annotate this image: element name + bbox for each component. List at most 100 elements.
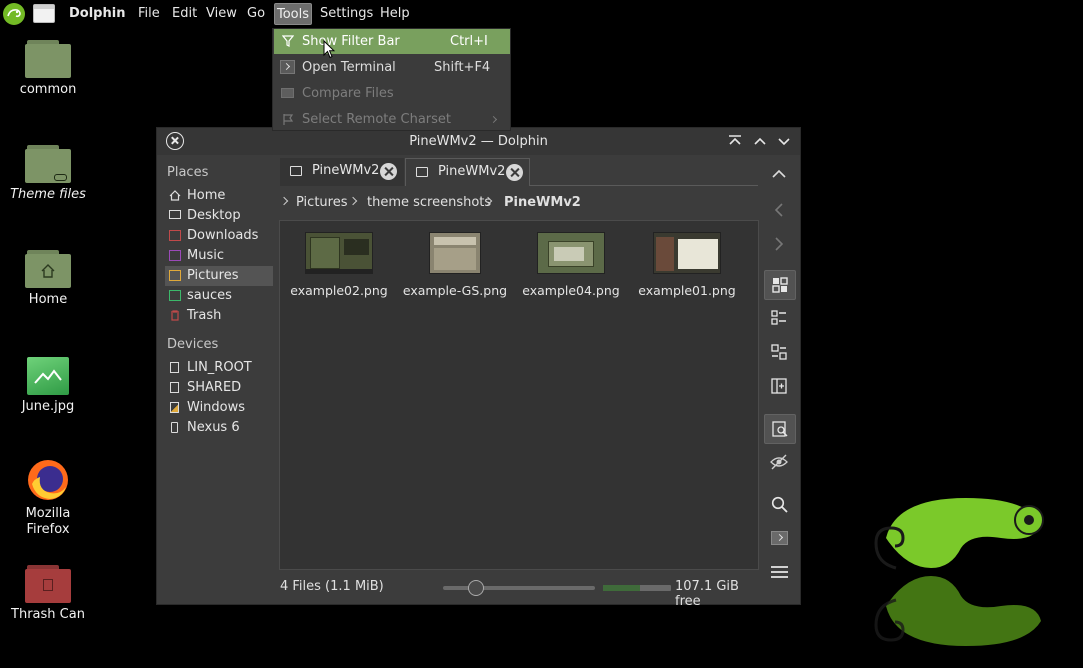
window-titlebar[interactable]: PineWMv2 — Dolphin — [157, 128, 800, 155]
filter-icon — [282, 35, 294, 47]
hamburger-menu-icon[interactable] — [771, 565, 788, 579]
menu-edit[interactable]: Edit — [170, 3, 199, 25]
menu-view[interactable]: View — [204, 3, 239, 25]
menu-file[interactable]: File — [136, 3, 162, 25]
folder-icon — [25, 40, 71, 78]
desktop-icon-thrash-can[interactable]: Thrash Can — [0, 565, 96, 623]
menu-item-open-terminal[interactable]: Open Terminal Shift+F4 — [274, 55, 510, 80]
file-item-example-gs[interactable]: example-GS.png — [396, 232, 514, 298]
menu-item-label: Compare Files — [302, 86, 394, 101]
desktop-icon-label: common — [19, 82, 77, 97]
status-bar: 4 Files (1.1 MiB) 107.1 GiB free — [279, 576, 759, 609]
mouse-cursor-icon — [323, 40, 335, 59]
window-title: PineWMv2 — Dolphin — [409, 134, 548, 149]
status-summary: 4 Files (1.1 MiB) — [280, 579, 384, 594]
menu-item-compare-files[interactable]: Compare Files — [274, 81, 510, 106]
tab-bar-divider — [530, 185, 758, 186]
split-view-button[interactable] — [764, 372, 796, 402]
desktop-icon-label: Theme files — [10, 187, 86, 202]
menu-tools[interactable]: Tools — [274, 3, 313, 25]
menu-item-label: Open Terminal — [302, 60, 396, 75]
menu-item-show-filter-bar[interactable]: Show Filter Bar Ctrl+I — [274, 29, 510, 54]
place-home[interactable]: Home — [165, 186, 273, 206]
window-icon[interactable] — [33, 4, 55, 23]
keep-above-icon[interactable] — [728, 134, 742, 148]
device-windows[interactable]: Windows — [165, 398, 273, 418]
disk-usage-bar — [603, 585, 671, 591]
breadcrumb-pictures[interactable]: Pictures — [296, 194, 347, 212]
place-label: sauces — [187, 288, 232, 303]
search-icon[interactable] — [771, 496, 788, 513]
place-downloads[interactable]: Downloads — [165, 226, 273, 246]
file-item-example02[interactable]: example02.png — [280, 232, 398, 298]
folder-link-icon — [25, 145, 71, 183]
menu-item-select-remote-charset[interactable]: Select Remote Charset — [274, 107, 510, 132]
place-desktop[interactable]: Desktop — [165, 206, 273, 226]
desktop-icon-theme-files[interactable]: Theme files — [0, 145, 96, 203]
file-item-example04[interactable]: example04.png — [512, 232, 630, 298]
place-label: Music — [187, 248, 224, 263]
home-icon — [169, 190, 181, 201]
back-icon[interactable] — [773, 202, 785, 218]
device-label: LIN_ROOT — [187, 360, 252, 375]
desktop-icon-label: Mozilla Firefox — [25, 506, 71, 537]
icons-view-icon — [772, 277, 788, 293]
tab-label: PineWMv2 — [312, 163, 380, 178]
place-music[interactable]: Music — [165, 246, 273, 266]
zoom-slider[interactable] — [443, 580, 595, 596]
menu-go[interactable]: Go — [245, 3, 267, 25]
forward-icon[interactable] — [773, 236, 785, 252]
menu-item-shortcut: Ctrl+I — [450, 34, 488, 49]
downloads-folder-icon — [169, 230, 181, 241]
pictures-folder-icon — [169, 270, 181, 281]
device-lin-root[interactable]: LIN_ROOT — [165, 358, 273, 378]
details-view-button[interactable] — [764, 338, 796, 368]
chevron-right-icon[interactable] — [279, 196, 289, 206]
preview-button[interactable] — [764, 414, 796, 444]
minimize-icon[interactable] — [777, 134, 791, 148]
show-hidden-button[interactable] — [764, 448, 796, 478]
place-label: Downloads — [187, 228, 259, 243]
compare-icon — [281, 88, 294, 98]
scroll-up-icon[interactable] — [771, 168, 787, 180]
place-label: Trash — [187, 308, 222, 323]
chevron-right-icon[interactable] — [348, 196, 358, 206]
terminal-button-icon[interactable] — [771, 531, 788, 545]
menu-item-label: Select Remote Charset — [302, 112, 452, 127]
close-tab-button[interactable] — [380, 163, 397, 180]
desktop-icon-common[interactable]: common — [0, 40, 96, 98]
tab-pinewmv2-1[interactable]: PineWMv2 — [280, 158, 404, 186]
file-view[interactable]: example02.png example-GS.png example04.p… — [279, 220, 759, 570]
place-pictures[interactable]: Pictures — [165, 266, 273, 286]
menu-settings[interactable]: Settings — [318, 3, 375, 25]
breadcrumb-theme-screenshots[interactable]: theme screenshots — [367, 194, 491, 212]
desktop-icon-firefox[interactable]: Mozilla Firefox — [0, 458, 96, 538]
thumbnail-image — [429, 232, 481, 274]
desktop-icon-home[interactable]: Home — [0, 250, 96, 308]
file-item-example01[interactable]: example01.png — [628, 232, 746, 298]
compact-view-button[interactable] — [764, 304, 796, 334]
place-label: Home — [187, 188, 226, 203]
desktop-icon-label: June.jpg — [21, 399, 75, 414]
home-folder-icon — [25, 250, 71, 288]
file-name: example01.png — [638, 283, 736, 298]
menu-help[interactable]: Help — [378, 3, 412, 25]
zoom-slider-handle[interactable] — [468, 580, 485, 596]
file-name: example-GS.png — [402, 283, 508, 298]
maximize-icon[interactable] — [753, 134, 767, 148]
desktop-icon-june-jpg[interactable]: June.jpg — [0, 357, 96, 415]
breadcrumb-pinewmv2[interactable]: PineWMv2 — [504, 194, 581, 212]
opensuse-menu-icon[interactable] — [3, 3, 25, 25]
thumbnail-image — [653, 232, 721, 274]
menu-item-label: Show Filter Bar — [302, 34, 400, 49]
place-trash[interactable]: Trash — [165, 306, 273, 326]
desktop-icon-label: Home — [28, 292, 68, 307]
device-shared[interactable]: SHARED — [165, 378, 273, 398]
icons-view-button[interactable] — [764, 270, 796, 300]
music-folder-icon — [169, 250, 181, 261]
place-sauces[interactable]: sauces — [165, 286, 273, 306]
device-nexus-6[interactable]: Nexus 6 — [165, 418, 273, 438]
close-tab-button[interactable] — [506, 164, 523, 181]
device-label: SHARED — [187, 380, 242, 395]
tab-pinewmv2-2[interactable]: PineWMv2 — [405, 158, 530, 186]
